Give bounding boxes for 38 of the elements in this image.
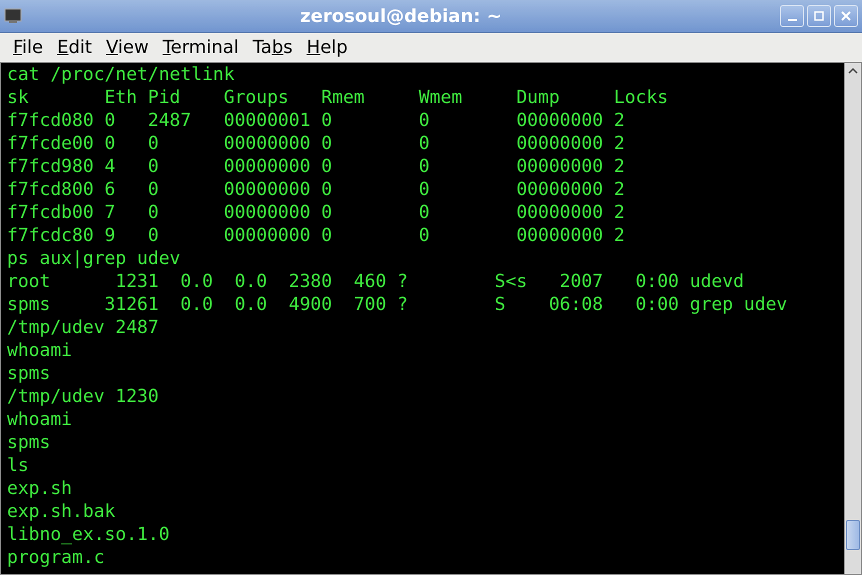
terminal-line: /tmp/udev 1230: [7, 385, 160, 408]
terminal-line: f7fcdb00 7 0 00000000 0 0 00000000 2: [7, 201, 626, 224]
terminal-line: root 1231 0.0 0.0 2380 460 ? S<s 2007 0:00 udevd: [7, 270, 745, 293]
window-title: zerosoul@debian: ~: [299, 6, 503, 26]
terminal-line: libno_ex.so.1.0: [7, 523, 171, 546]
terminal-line: f7fcd080 0 2487 00000001 0 0 00000000 2: [7, 109, 626, 132]
terminal-line: sk Eth Pid Groups Rmem Wmem Dump Locks: [7, 86, 670, 109]
terminal-line: cat /proc/net/netlink: [7, 63, 236, 86]
minimize-icon: [788, 19, 796, 21]
maximize-icon: [813, 10, 825, 22]
menu-item[interactable]: View: [98, 35, 156, 60]
terminal-line: exp.sh.bak: [7, 500, 116, 523]
minimize-button[interactable]: [780, 5, 804, 27]
terminal-line: program.c: [7, 546, 106, 569]
terminal-icon: [4, 8, 22, 24]
menu-item[interactable]: Terminal: [156, 35, 246, 60]
terminal-line: ls: [7, 454, 30, 477]
terminal-line: spms 31261 0.0 0.0 4900 700 ? S 06:08 0:00 grep udev: [7, 293, 788, 316]
terminal-line: spms: [7, 362, 52, 385]
menu-item[interactable]: Tabs: [246, 35, 300, 60]
terminal-line: f7fcd800 6 0 00000000 0 0 00000000 2: [7, 178, 626, 201]
scroll-thumb[interactable]: [846, 520, 860, 550]
close-button[interactable]: [834, 5, 858, 27]
terminal-line: whoami: [7, 408, 74, 431]
terminal-line: /tmp/udev 2487: [7, 316, 160, 339]
terminal-line: whoami: [7, 339, 74, 362]
terminal-line: spms: [7, 431, 52, 454]
terminal-line: f7fcd980 4 0 00000000 0 0 00000000 2: [7, 155, 626, 178]
menu-item[interactable]: File: [6, 35, 50, 60]
terminal-line: f7fcdc80 9 0 00000000 0 0 00000000 2: [7, 224, 626, 247]
menu-item[interactable]: Edit: [50, 35, 99, 60]
close-icon: [840, 10, 852, 22]
scrollbar[interactable]: [844, 63, 861, 574]
terminal-line: ps aux|grep udev: [7, 247, 182, 270]
terminal-line: exp.sh: [7, 477, 74, 500]
menu-item[interactable]: Help: [300, 35, 355, 60]
terminal-line: f7fcde00 0 0 00000000 0 0 00000000 2: [7, 132, 626, 155]
maximize-button[interactable]: [807, 5, 831, 27]
